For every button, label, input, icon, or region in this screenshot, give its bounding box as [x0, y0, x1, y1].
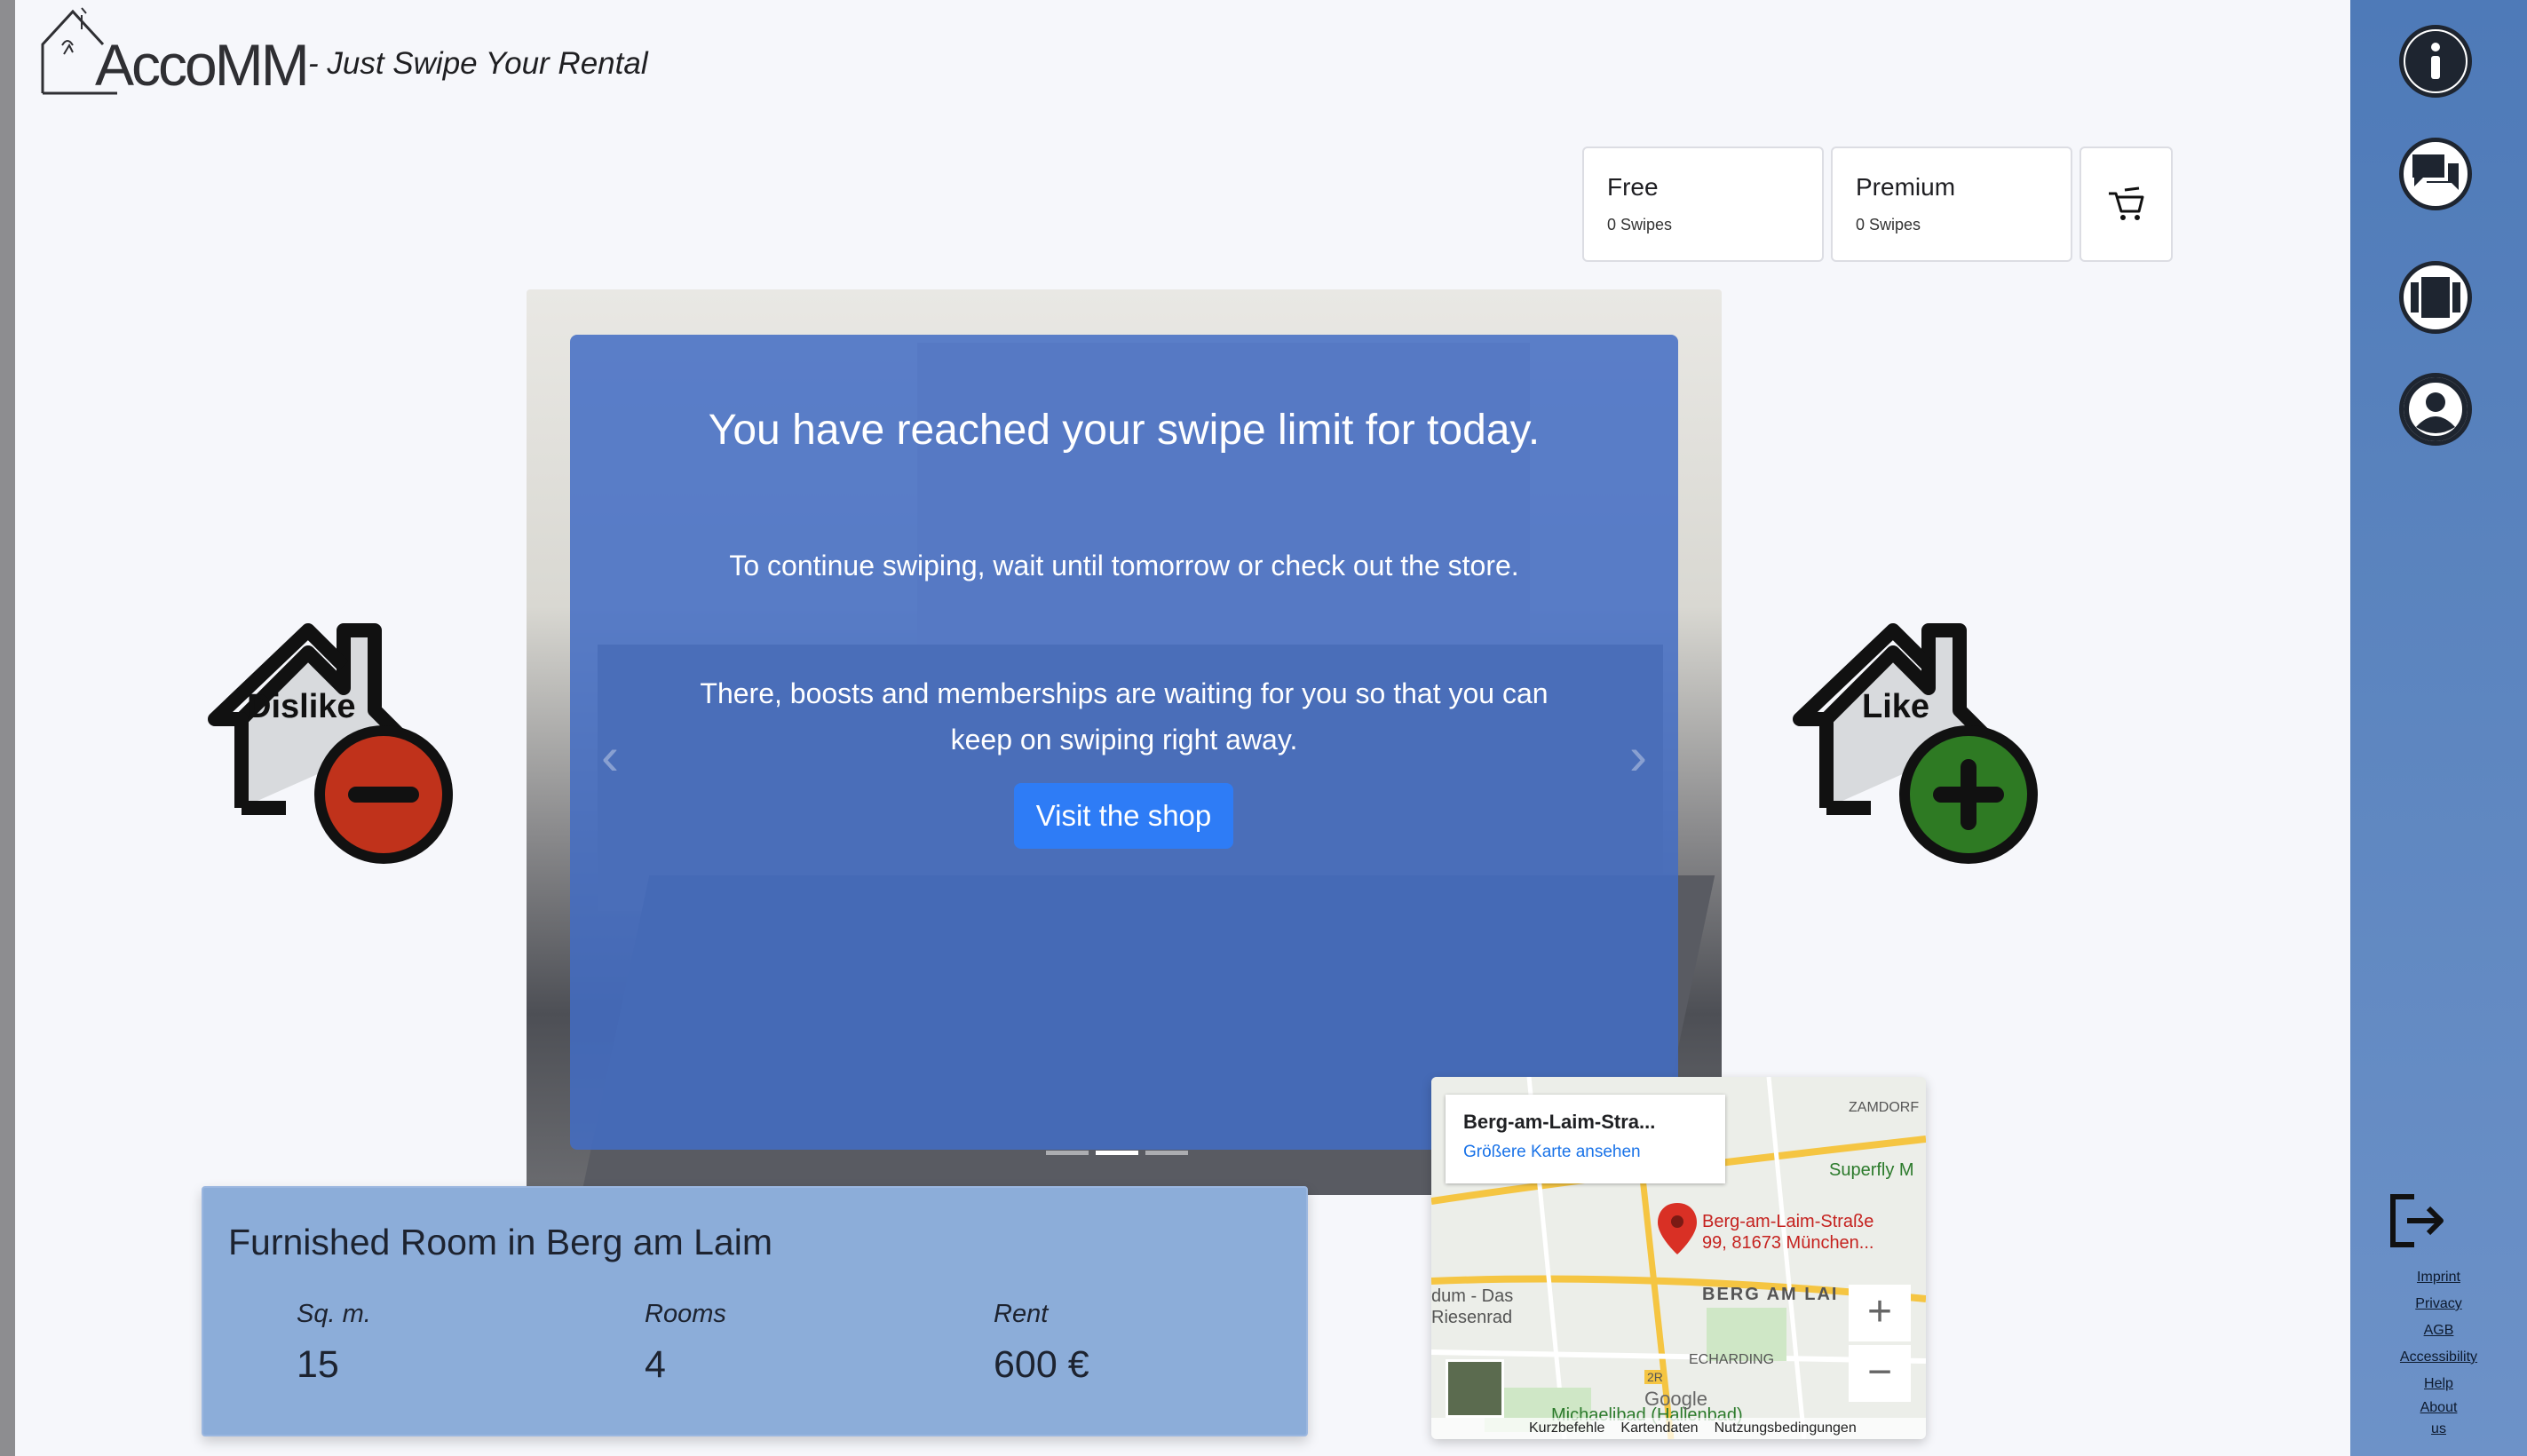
chat-icon[interactable]: [2399, 138, 2472, 210]
map-label: Riesenrad: [1431, 1308, 1513, 1327]
like-label: Like: [1862, 688, 1930, 725]
visit-shop-button[interactable]: Visit the shop: [1014, 783, 1233, 849]
plan-premium-card[interactable]: Premium 0 Swipes: [1831, 146, 2072, 262]
carousel-dot[interactable]: [1046, 1151, 1089, 1155]
carousel-dot[interactable]: [1145, 1151, 1188, 1155]
imprint-link[interactable]: Imprint: [2350, 1264, 2527, 1291]
stat-sqm: Sq. m. 15: [297, 1300, 371, 1387]
map-label: ZAMDORF: [1849, 1100, 1920, 1115]
map-label: BERG AM LAI: [1702, 1285, 1839, 1304]
stat-label: Sq. m.: [297, 1300, 371, 1328]
stat-rooms: Rooms 4: [645, 1300, 726, 1387]
info-icon[interactable]: [2399, 25, 2472, 98]
map-place-card: Berg-am-Laim-Stra... Größere Karte anseh…: [1446, 1095, 1725, 1183]
overlay-text-1: To continue swiping, wait until tomorrow…: [729, 550, 1519, 582]
swipe-cards-icon[interactable]: [2399, 261, 2472, 334]
cart-icon: [2108, 186, 2143, 220]
google-logo: Google: [1644, 1388, 1707, 1410]
plan-free-card[interactable]: Free 0 Swipes: [1582, 146, 1824, 262]
like-house-icon: [1793, 623, 2038, 864]
about-us-link[interactable]: About us: [2412, 1397, 2466, 1440]
map-label: Superfly M: [1829, 1160, 1914, 1180]
logo[interactable]: AccoMM: [37, 4, 310, 99]
swipe-limit-overlay: ‹ › You have reached your swipe limit fo…: [570, 335, 1678, 1150]
carousel-dot-active[interactable]: [1096, 1151, 1138, 1155]
logo-text: AccoMM: [95, 32, 310, 98]
map-pin-label: Berg-am-Laim-Straße: [1702, 1212, 1874, 1231]
dislike-button[interactable]: Dislike: [188, 604, 463, 888]
profile-icon[interactable]: [2399, 373, 2472, 446]
like-button[interactable]: Like: [1773, 604, 2048, 888]
map-route-badge: 2R: [1644, 1370, 1666, 1384]
main-area: AccoMM - Just Swipe Your Rental Free 0 S…: [15, 0, 2350, 1456]
window-edge: [0, 0, 15, 1456]
location-map[interactable]: Berg-am-Laim-Stra... Größere Karte anseh…: [1431, 1077, 1926, 1439]
listing-title: Furnished Room in Berg am Laim: [228, 1222, 772, 1262]
map-label: dum - Das: [1431, 1286, 1514, 1306]
map-card-title: Berg-am-Laim-Stra...: [1463, 1111, 1656, 1133]
stat-rent: Rent 600 €: [994, 1300, 1089, 1387]
carousel-prev-icon[interactable]: ‹: [601, 725, 619, 787]
dislike-label: Dislike: [247, 688, 356, 725]
map-zoom-in-button[interactable]: +: [1849, 1285, 1911, 1341]
larger-map-link[interactable]: Größere Karte ansehen: [1463, 1143, 1707, 1162]
map-footer: Kurzbefehle Kartendaten Nutzungsbedingun…: [1431, 1418, 1926, 1439]
listing-info-card: Furnished Room in Berg am Laim Sq. m. 15…: [202, 1186, 1308, 1436]
overlay-text-2: There, boosts and memberships are waitin…: [700, 677, 1549, 756]
carousel-indicators[interactable]: [1046, 1151, 1188, 1155]
map-footer-link[interactable]: Kartendaten: [1620, 1420, 1698, 1436]
overlay-title: You have reached your swipe limit for to…: [708, 407, 1541, 454]
carousel-next-icon[interactable]: ›: [1629, 725, 1647, 787]
accessibility-link[interactable]: Accessibility: [2350, 1344, 2527, 1371]
map-label: ECHARDING: [1689, 1352, 1775, 1367]
stat-value: 4: [645, 1343, 666, 1386]
help-link[interactable]: Help: [2350, 1371, 2527, 1397]
privacy-link[interactable]: Privacy: [2350, 1291, 2527, 1318]
map-pin-label: 99, 81673 München...: [1702, 1233, 1874, 1253]
agb-link[interactable]: AGB: [2350, 1318, 2527, 1344]
right-sidebar: Imprint Privacy AGB Accessibility Help A…: [2350, 0, 2527, 1456]
stat-value: 600 €: [994, 1343, 1089, 1386]
footer-links: Imprint Privacy AGB Accessibility Help A…: [2350, 1264, 2527, 1440]
logout-icon[interactable]: [2386, 1190, 2448, 1252]
map-satellite-toggle[interactable]: [1446, 1359, 1504, 1418]
tagline: - Just Swipe Your Rental: [308, 46, 648, 81]
map-zoom-out-button[interactable]: −: [1849, 1345, 1911, 1402]
plan-swipes: 0 Swipes: [1856, 216, 1921, 233]
stat-label: Rooms: [645, 1300, 726, 1328]
stat-label: Rent: [994, 1300, 1049, 1328]
plan-name: Free: [1607, 173, 1659, 201]
plan-name: Premium: [1856, 173, 1956, 201]
cart-button[interactable]: [2079, 146, 2173, 262]
plan-swipes: 0 Swipes: [1607, 216, 1673, 233]
dislike-house-icon: [208, 623, 453, 864]
map-footer-link[interactable]: Nutzungsbedingungen: [1715, 1420, 1857, 1436]
map-footer-link[interactable]: Kurzbefehle: [1529, 1420, 1604, 1436]
stat-value: 15: [297, 1343, 339, 1386]
